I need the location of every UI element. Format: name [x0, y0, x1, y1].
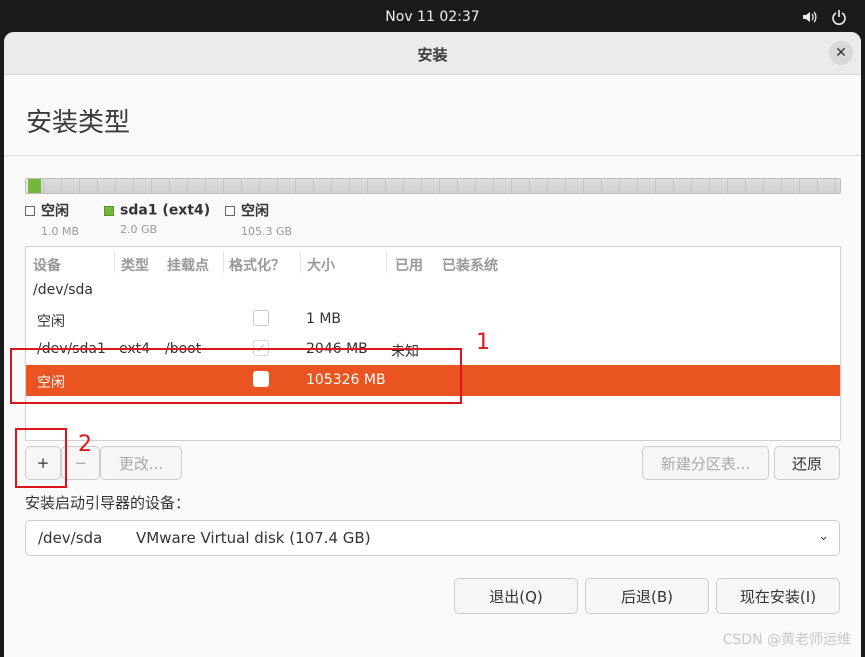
row-device: 空闲	[37, 314, 65, 330]
bootloader-label: 安装启动引导器的设备：	[25, 494, 191, 512]
power-icon[interactable]	[831, 9, 847, 25]
legend-label: sda1 (ext4)	[120, 202, 211, 219]
header-size[interactable]: 大小	[307, 255, 335, 275]
header-mount[interactable]: 挂载点	[167, 255, 209, 275]
partition-bar	[25, 178, 841, 194]
annotation-box-2	[15, 428, 67, 488]
row-size: 1 MB	[306, 311, 342, 327]
bootloader-device-select[interactable]: /dev/sda VMware Virtual disk (107.4 GB) …	[25, 520, 840, 556]
annotation-number-2: 2	[78, 432, 92, 457]
close-icon: ✕	[835, 45, 847, 61]
legend-size: 1.0 MB	[41, 224, 80, 238]
quit-button[interactable]: 退出(Q)	[454, 578, 578, 614]
installer-window: 安装 ✕ 安装类型 空闲 1.0 MB sda1 (ext4) 2.0 GB 空…	[4, 32, 861, 657]
watermark: CSDN @黄老师运维	[722, 632, 851, 648]
legend-size: 2.0 GB	[120, 223, 158, 236]
bootloader-device: /dev/sda	[38, 529, 103, 547]
system-tray[interactable]	[801, 9, 847, 25]
legend-swatch-free	[25, 205, 35, 216]
legend-free-2: 空闲 105.3 GB	[225, 200, 292, 238]
partition-table[interactable]: 设备 类型 挂载点 格式化？ 大小 已用 已装系统 /dev/sda 空闲 1 …	[25, 246, 841, 441]
title-bar: 安装 ✕	[4, 32, 861, 75]
divider	[4, 155, 861, 156]
legend-swatch-sda1	[104, 205, 114, 216]
top-bar: Nov 11 02:37	[0, 0, 865, 34]
install-now-button[interactable]: 现在安装(I)	[716, 578, 840, 614]
header-separator	[386, 251, 387, 273]
window-title: 安装	[417, 46, 448, 64]
annotation-box-1	[10, 348, 462, 404]
header-separator	[114, 251, 115, 273]
table-row[interactable]: /dev/sda	[26, 275, 840, 305]
new-partition-table-button[interactable]: 新建分区表...	[642, 446, 769, 480]
header-separator	[223, 251, 224, 273]
legend-sda1: sda1 (ext4) 2.0 GB	[104, 200, 210, 236]
annotation-number-1: 1	[476, 330, 490, 355]
legend-free-1: 空闲 1.0 MB	[25, 200, 79, 238]
legend-size: 105.3 GB	[241, 224, 293, 238]
page-title: 安装类型	[26, 108, 131, 138]
format-checkbox[interactable]	[253, 310, 269, 326]
header-format[interactable]: 格式化？	[229, 255, 285, 275]
legend-label: 空闲	[241, 203, 269, 220]
clock[interactable]: Nov 11 02:37	[0, 9, 865, 25]
partition-bar-sda1	[28, 179, 41, 193]
row-device: /dev/sda	[33, 282, 93, 298]
header-type[interactable]: 类型	[121, 255, 149, 275]
header-separator	[300, 251, 301, 273]
header-used[interactable]: 已用	[395, 255, 423, 275]
legend-swatch-free	[225, 205, 235, 216]
chevron-down-icon: ⌄	[818, 529, 829, 544]
bootloader-description: VMware Virtual disk (107.4 GB)	[136, 529, 371, 547]
close-button[interactable]: ✕	[829, 41, 853, 65]
legend-label: 空闲	[41, 203, 69, 220]
volume-icon[interactable]	[801, 9, 817, 25]
change-partition-button[interactable]: 更改...	[100, 446, 182, 480]
header-installed-os[interactable]: 已装系统	[442, 255, 498, 275]
revert-button[interactable]: 还原	[774, 446, 840, 480]
table-row[interactable]: 空闲 1 MB	[26, 304, 840, 334]
header-device[interactable]: 设备	[33, 255, 61, 275]
back-button[interactable]: 后退(B)	[585, 578, 709, 614]
